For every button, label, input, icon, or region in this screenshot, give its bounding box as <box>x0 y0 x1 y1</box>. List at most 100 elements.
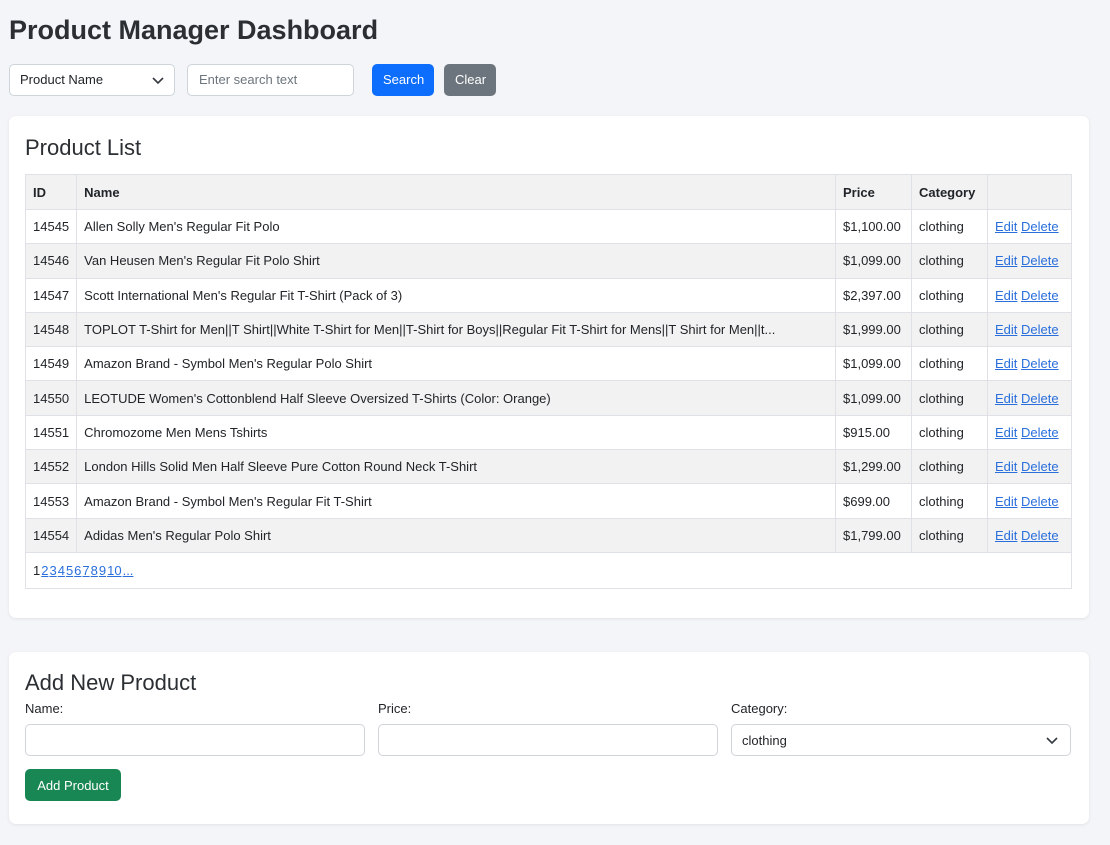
delete-link[interactable]: Delete <box>1021 253 1059 268</box>
cell-category: clothing <box>911 483 988 519</box>
header-name: Name <box>76 174 836 210</box>
pagination-link[interactable]: 8 <box>91 563 98 578</box>
pagination-link[interactable]: 6 <box>74 563 81 578</box>
edit-link[interactable]: Edit <box>995 528 1017 543</box>
cell-id: 14550 <box>24 380 78 416</box>
delete-link[interactable]: Delete <box>1021 391 1059 406</box>
header-category: Category <box>911 174 988 210</box>
price-label: Price: <box>378 701 412 716</box>
search-bar: Product Name Search Clear <box>9 63 1101 96</box>
cell-price: $1,999.00 <box>835 311 912 348</box>
table-row: 14553 Amazon Brand - Symbol Men's Regular… <box>24 483 1072 519</box>
cell-actions: Edit Delete <box>987 483 1072 519</box>
name-group: Name: <box>25 702 365 756</box>
pagination-link[interactable]: ... <box>123 563 134 578</box>
price-field[interactable] <box>378 724 718 756</box>
page-title: Product Manager Dashboard <box>9 15 379 45</box>
cell-actions: Edit Delete <box>987 311 1072 348</box>
edit-link[interactable]: Edit <box>995 288 1017 303</box>
delete-link[interactable]: Delete <box>1021 322 1059 337</box>
cell-id: 14549 <box>24 346 78 382</box>
cell-category: clothing <box>911 414 988 451</box>
cell-actions: Edit Delete <box>987 517 1072 553</box>
cell-price: $1,100.00 <box>835 208 912 245</box>
delete-link[interactable]: Delete <box>1021 459 1059 474</box>
cell-category: clothing <box>911 346 988 382</box>
edit-link[interactable]: Edit <box>995 322 1017 337</box>
clear-button[interactable]: Clear <box>444 63 496 96</box>
cell-actions: Edit Delete <box>987 346 1072 382</box>
cell-id: 14552 <box>24 449 78 485</box>
search-button[interactable]: Search <box>372 63 434 96</box>
pagination-link[interactable]: 9 <box>99 563 106 578</box>
pagination-link[interactable]: 4 <box>58 563 65 578</box>
pagination: 12345678910... <box>25 551 1072 589</box>
name-label: Name: <box>25 701 64 716</box>
table-row: 14545 Allen Solly Men's Regular Fit Polo $… <box>24 208 1072 245</box>
product-list-title: Product List <box>25 135 142 160</box>
pagination-link[interactable]: 5 <box>66 563 73 578</box>
cell-price: $1,299.00 <box>835 449 912 485</box>
search-input[interactable] <box>187 63 354 96</box>
chevron-down-icon <box>152 76 164 84</box>
product-table: ID Name Price Category 14545 Allen Solly … <box>24 174 1072 589</box>
table-row: 14549 Amazon Brand - Symbol Men's Regular… <box>24 346 1072 382</box>
delete-link[interactable]: Delete <box>1021 494 1059 509</box>
delete-link[interactable]: Delete <box>1021 219 1059 234</box>
name-field[interactable] <box>25 724 365 756</box>
add-product-button[interactable]: Add Product <box>25 769 121 801</box>
cell-price: $1,099.00 <box>835 243 912 279</box>
cell-id: 14547 <box>24 277 78 313</box>
cell-price: $1,799.00 <box>835 517 912 553</box>
pagination-link[interactable]: 10 <box>107 563 121 578</box>
edit-link[interactable]: Edit <box>995 253 1017 268</box>
pagination-link[interactable]: 3 <box>49 563 56 578</box>
delete-link[interactable]: Delete <box>1021 425 1059 440</box>
table-row: 14546 Van Heusen Men's Regular Fit Polo S… <box>24 243 1072 279</box>
edit-link[interactable]: Edit <box>995 425 1017 440</box>
delete-link[interactable]: Delete <box>1021 528 1059 543</box>
cell-price: $1,099.00 <box>835 380 912 416</box>
table-row: 14554 Adidas Men's Regular Polo Shirt $1,7… <box>24 517 1072 553</box>
cell-id: 14545 <box>24 208 78 245</box>
edit-link[interactable]: Edit <box>995 219 1017 234</box>
cell-category: clothing <box>911 311 988 348</box>
table-row: 14548 TOPLOT T-Shirt for Men||T Shirt||Wh… <box>24 311 1072 348</box>
edit-link[interactable]: Edit <box>995 391 1017 406</box>
cell-name: Chromozome Men Mens Tshirts <box>76 414 836 451</box>
pagination-link[interactable]: 7 <box>82 563 89 578</box>
cell-category: clothing <box>911 243 988 279</box>
table-row: 14552 London Hills Solid Men Half Sleeve … <box>24 449 1072 485</box>
category-group: Category: clothing <box>731 702 1071 756</box>
add-product-form: Name: Price: Category: clothing <box>25 702 1073 756</box>
cell-id: 14551 <box>24 414 78 451</box>
cell-actions: Edit Delete <box>987 380 1072 416</box>
cell-actions: Edit Delete <box>987 277 1072 313</box>
cell-name: Amazon Brand - Symbol Men's Regular Polo… <box>76 346 836 382</box>
cell-category: clothing <box>911 449 988 485</box>
cell-price: $2,397.00 <box>835 277 912 313</box>
add-product-card: Add New Product Name: Price: Category: c… <box>9 652 1089 824</box>
price-group: Price: <box>378 702 718 756</box>
pagination-row: 12345678910... <box>25 551 1072 589</box>
table-header-row: ID Name Price Category <box>24 174 1072 210</box>
cell-id: 14546 <box>24 243 78 279</box>
edit-link[interactable]: Edit <box>995 494 1017 509</box>
delete-link[interactable]: Delete <box>1021 356 1059 371</box>
edit-link[interactable]: Edit <box>995 459 1017 474</box>
cell-category: clothing <box>911 380 988 416</box>
pagination-link[interactable]: 2 <box>41 563 48 578</box>
edit-link[interactable]: Edit <box>995 356 1017 371</box>
cell-actions: Edit Delete <box>987 208 1072 245</box>
cell-category: clothing <box>911 208 988 245</box>
category-select[interactable]: clothing <box>731 724 1071 756</box>
cell-price: $699.00 <box>835 483 912 519</box>
search-field-select[interactable]: Product Name <box>9 63 175 96</box>
search-field-selected: Product Name <box>20 72 104 87</box>
product-list-card: Product List ID Name Price Category 1454… <box>9 116 1089 618</box>
header-actions <box>987 174 1072 210</box>
category-label: Category: <box>731 701 788 716</box>
delete-link[interactable]: Delete <box>1021 288 1059 303</box>
cell-id: 14553 <box>24 483 78 519</box>
header-price: Price <box>835 174 912 210</box>
